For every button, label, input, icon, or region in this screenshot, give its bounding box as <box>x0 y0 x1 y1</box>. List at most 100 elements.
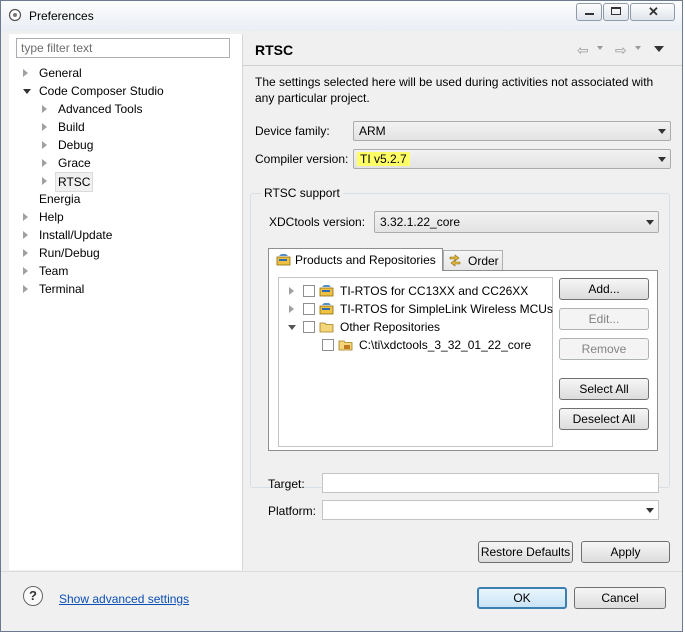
show-advanced-settings-link[interactable]: Show advanced settings <box>59 591 189 607</box>
chevron-right-icon[interactable] <box>23 69 28 77</box>
apply-button[interactable]: Apply <box>581 541 670 563</box>
rtsc-page: RTSC ⇦ ⇨ The settings selected here will… <box>243 34 682 570</box>
device-family-value: ARM <box>359 124 386 138</box>
chevron-down-icon <box>658 157 666 162</box>
tree-item-label: Terminal <box>39 282 85 296</box>
title-bar: Preferences ✕ <box>1 1 682 31</box>
tree-item-label: Run/Debug <box>39 246 100 260</box>
chevron-right-icon[interactable] <box>42 105 47 113</box>
repo-row-xdctools[interactable]: C:\ti\xdctools_3_32_01_22_core <box>279 336 549 354</box>
folder-icon <box>319 320 335 337</box>
tree-item-label: Energia <box>39 192 81 206</box>
repository-package-icon <box>319 302 335 319</box>
close-button[interactable]: ✕ <box>630 3 675 21</box>
xdctools-version-value: 3.32.1.22_core <box>380 215 461 229</box>
chevron-down-icon <box>646 220 654 225</box>
repository-package-icon <box>319 284 335 301</box>
tab-products-repositories[interactable]: Products and Repositories <box>268 248 443 271</box>
edit-button[interactable]: Edit... <box>559 308 649 330</box>
tree-item-label: Team <box>39 264 69 278</box>
chevron-right-icon[interactable] <box>23 213 28 221</box>
repo-label: TI-RTOS for CC13XX and CC26XX <box>340 284 529 298</box>
back-arrow-icon[interactable]: ⇦ <box>577 42 589 59</box>
minimize-icon <box>585 13 594 15</box>
compiler-version-combo[interactable]: TI v5.2.7 <box>353 149 671 169</box>
page-title: RTSC <box>255 42 294 58</box>
chevron-right-icon[interactable] <box>23 231 28 239</box>
tree-item-label: Grace <box>58 156 91 170</box>
back-dropdown-icon[interactable] <box>597 46 603 50</box>
chevron-down-icon[interactable] <box>288 325 296 330</box>
filter-input[interactable] <box>16 38 230 58</box>
tree-item-label: RTSC <box>55 172 94 192</box>
tree-item-label: Advanced Tools <box>58 102 143 116</box>
repo-checkbox[interactable] <box>303 303 315 315</box>
chevron-down-icon <box>658 129 666 134</box>
platform-label: Platform: <box>268 504 317 518</box>
repo-row-simplelink[interactable]: TI-RTOS for SimpleLink Wireless MCUs <box>279 300 553 319</box>
repo-checkbox[interactable] <box>303 321 315 333</box>
window-title: Preferences <box>29 9 94 23</box>
preference-tree-pane: General Code Composer Studio Advanced Tool… <box>9 34 243 570</box>
repo-row-other[interactable]: Other Repositories <box>279 318 549 336</box>
chevron-down-icon[interactable] <box>23 89 31 94</box>
remove-button[interactable]: Remove <box>559 338 649 360</box>
tree-item-label: Code Composer Studio <box>39 84 164 98</box>
repo-checkbox[interactable] <box>303 285 315 297</box>
repo-row-cc13xx[interactable]: TI-RTOS for CC13XX and CC26XX <box>279 282 549 300</box>
chevron-right-icon[interactable] <box>23 285 28 293</box>
device-family-combo[interactable]: ARM <box>353 121 671 141</box>
repo-checkbox[interactable] <box>322 339 334 351</box>
minimize-button[interactable] <box>576 3 602 21</box>
preferences-app-icon <box>8 8 22 22</box>
select-all-button[interactable]: Select All <box>559 378 649 400</box>
device-family-label: Device family: <box>255 124 330 138</box>
compiler-version-value: TI v5.2.7 <box>357 152 410 166</box>
tree-item-label: General <box>39 66 82 80</box>
xdctools-version-combo[interactable]: 3.32.1.22_core <box>374 211 659 233</box>
order-icon <box>448 254 462 271</box>
forward-arrow-icon[interactable]: ⇨ <box>615 42 627 59</box>
chevron-right-icon[interactable] <box>289 305 294 313</box>
add-button[interactable]: Add... <box>559 278 649 300</box>
cancel-button[interactable]: Cancel <box>574 587 666 609</box>
tab-order[interactable]: Order <box>443 250 503 270</box>
repo-label: C:\ti\xdctools_3_32_01_22_core <box>359 338 532 352</box>
deselect-all-button[interactable]: Deselect All <box>559 408 649 430</box>
target-input[interactable] <box>322 473 659 493</box>
tree-item-label: Help <box>39 210 64 224</box>
tab-products-label: Products and Repositories <box>295 253 436 267</box>
platform-combo[interactable] <box>322 500 659 520</box>
chevron-right-icon[interactable] <box>42 159 47 167</box>
ok-button[interactable]: OK <box>477 587 567 609</box>
tree-item-label: Build <box>58 120 85 134</box>
dialog-button-bar: ? Show advanced settings OK Cancel <box>1 571 682 631</box>
chevron-down-icon <box>646 508 654 513</box>
forward-dropdown-icon[interactable] <box>635 46 641 50</box>
close-icon: ✕ <box>648 4 659 19</box>
xdctools-version-label: XDCtools version: <box>269 215 366 229</box>
chevron-right-icon[interactable] <box>42 141 47 149</box>
tab-order-label: Order <box>468 254 499 268</box>
package-folder-icon <box>338 338 354 355</box>
restore-defaults-button[interactable]: Restore Defaults <box>478 541 573 563</box>
page-description: The settings selected here will be used … <box>255 75 654 105</box>
tree-item-label: Debug <box>58 138 94 152</box>
chevron-right-icon[interactable] <box>42 177 47 185</box>
rtsc-support-label: RTSC support <box>261 185 343 201</box>
help-icon[interactable]: ? <box>23 586 43 606</box>
chevron-right-icon[interactable] <box>42 123 47 131</box>
chevron-right-icon[interactable] <box>23 249 28 257</box>
title-separator <box>243 65 682 66</box>
help-icon-glyph: ? <box>29 588 37 603</box>
compiler-version-label: Compiler version: <box>255 152 349 166</box>
view-menu-icon[interactable] <box>654 46 664 52</box>
target-label: Target: <box>268 477 305 491</box>
preferences-window: Preferences ✕ General Code Composer Studi… <box>0 0 683 632</box>
repo-label: TI-RTOS for SimpleLink Wireless MCUs <box>340 302 553 316</box>
products-icon <box>276 253 292 270</box>
chevron-right-icon[interactable] <box>23 267 28 275</box>
maximize-button[interactable] <box>603 3 629 21</box>
chevron-right-icon[interactable] <box>289 287 294 295</box>
repo-label: Other Repositories <box>340 320 441 334</box>
